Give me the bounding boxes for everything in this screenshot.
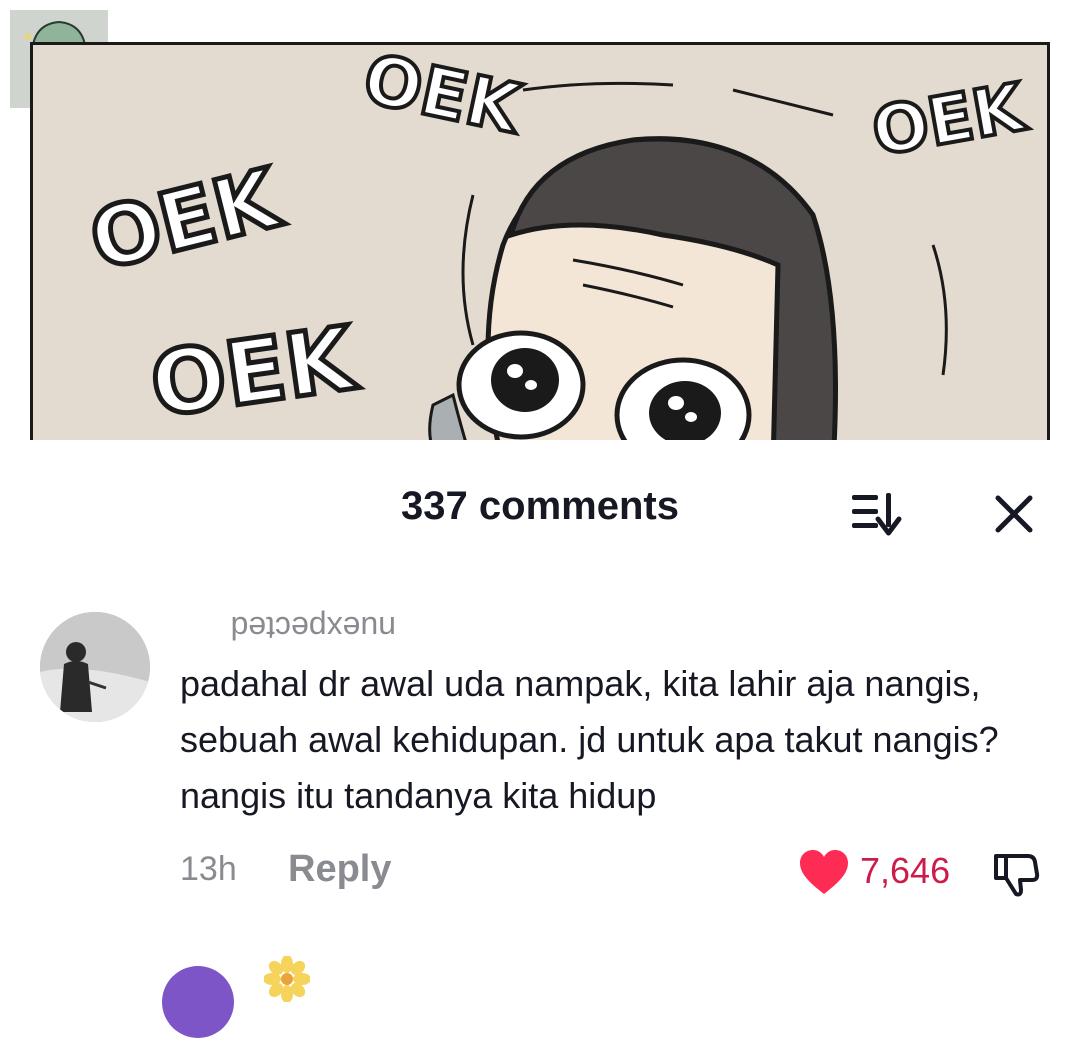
close-icon[interactable] bbox=[990, 490, 1038, 538]
dislike-icon[interactable] bbox=[990, 848, 1040, 898]
username[interactable]: nuexpected bbox=[231, 609, 396, 646]
heart-icon[interactable] bbox=[798, 848, 850, 896]
timestamp: 13h bbox=[180, 850, 237, 888]
comments-sheet: 337 comments nuexpected padahal dr awal … bbox=[0, 440, 1080, 1038]
video-background[interactable]: OEK OEK OEK OEK bbox=[0, 0, 1080, 450]
comic-panel: OEK OEK OEK OEK bbox=[30, 42, 1050, 450]
flower-icon bbox=[263, 955, 311, 1003]
like-count: 7,646 bbox=[860, 850, 951, 891]
comment-meta: 13h Reply 7,646 bbox=[0, 844, 1080, 904]
next-comment-avatar[interactable] bbox=[162, 966, 234, 1038]
reply-button[interactable]: Reply bbox=[288, 848, 391, 891]
sort-icon[interactable] bbox=[846, 489, 906, 537]
avatar[interactable] bbox=[40, 612, 150, 722]
comment-text: padahal dr awal uda nampak, kita lahir a… bbox=[180, 663, 999, 816]
comments-header: 337 comments bbox=[0, 440, 1080, 570]
sfx-text-2: OEK bbox=[867, 68, 1033, 171]
sfx-text-4: OEK bbox=[145, 306, 363, 437]
sfx-text-3: OEK bbox=[81, 151, 291, 290]
sfx-text-1: OEK bbox=[357, 45, 529, 150]
comment-count: 337 comments bbox=[401, 484, 679, 528]
comment-item[interactable]: nuexpected padahal dr awal uda nampak, k… bbox=[0, 600, 1080, 900]
